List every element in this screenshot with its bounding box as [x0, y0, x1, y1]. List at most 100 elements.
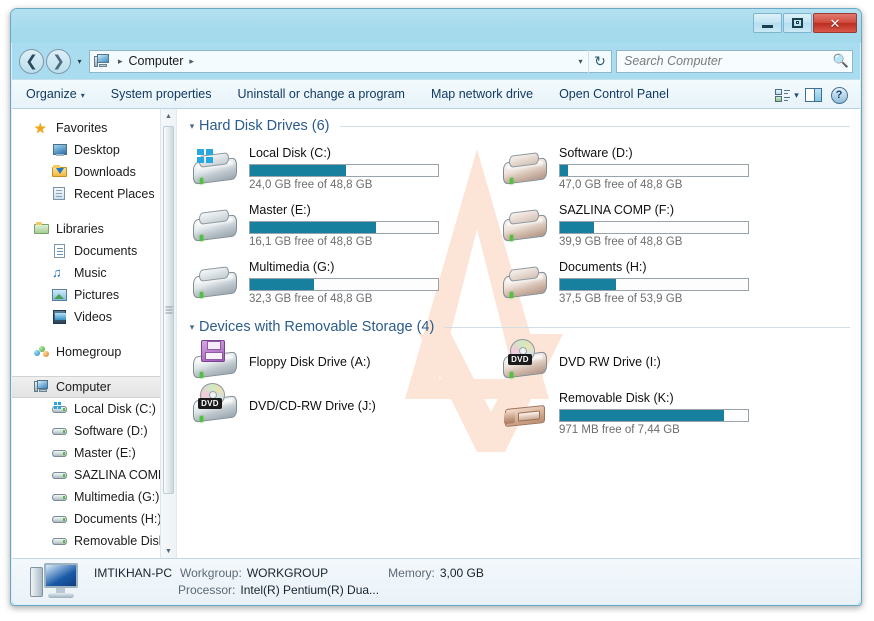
address-breadcrumb-bar[interactable]: ▸ Computer ▸ ▾ ↻: [89, 49, 612, 73]
scroll-down-arrow-icon[interactable]: ▼: [161, 544, 176, 559]
sidebar-item-computer[interactable]: Computer: [12, 376, 176, 398]
sidebar-item-local-disk-c[interactable]: Local Disk (C:): [12, 398, 176, 420]
details-status-bar: IMTIKHAN-PC Workgroup: WORKGROUP Memory:…: [12, 558, 860, 604]
sidebar-item-removable-disk[interactable]: Removable Disk: [12, 530, 176, 552]
sidebar-label: Downloads: [74, 165, 136, 179]
processor-label: Processor:: [178, 582, 236, 597]
drive-tile-dvd-rw-i[interactable]: DVD DVD RW Drive (I:): [493, 339, 803, 384]
back-button[interactable]: ❮: [19, 48, 44, 74]
sidebar-label: Videos: [74, 310, 112, 324]
sidebar-label: Recent Places: [74, 187, 155, 201]
help-button[interactable]: ?: [826, 83, 852, 107]
search-box[interactable]: Search Computer 🔍: [616, 49, 853, 73]
uninstall-change-program-button[interactable]: Uninstall or change a program: [237, 87, 404, 101]
navigation-scrollbar[interactable]: ▲ ▼: [160, 109, 176, 559]
drive-tile-removable-disk-k[interactable]: Removable Disk (K:) 971 MB free of 7,44 …: [493, 384, 803, 441]
drive-tile-local-disk-c[interactable]: Local Disk (C:) 24,0 GB free of 48,8 GB: [183, 139, 493, 196]
scrollbar-thumb[interactable]: [163, 126, 174, 494]
section-header-hard-disk-drives[interactable]: ▾ Hard Disk Drives (6): [177, 113, 860, 139]
sidebar-item-recent-places[interactable]: Recent Places: [12, 183, 176, 205]
sidebar-item-favorites[interactable]: ★ Favorites: [12, 117, 176, 139]
file-list-pane[interactable]: ▾ Hard Disk Drives (6) Local Disk (C:) 2…: [177, 109, 860, 559]
drive-tile-master-e[interactable]: Master (E:) 16,1 GB free of 48,8 GB: [183, 196, 493, 253]
forward-button[interactable]: ❯: [46, 48, 71, 74]
sidebar-label: Software (D:): [74, 424, 148, 438]
drive-tile-multimedia-g[interactable]: Multimedia (G:) 32,3 GB free of 48,8 GB: [183, 253, 493, 310]
status-row-bottom: Processor: Intel(R) Pentium(R) Dua...: [94, 582, 484, 599]
hard-drive-icon: [501, 262, 549, 302]
drive-name: DVD/CD-RW Drive (J:): [249, 399, 376, 413]
chevron-down-icon: ▾: [794, 89, 799, 100]
change-view-button[interactable]: ▾: [774, 83, 800, 107]
dvd-drive-icon: DVD: [501, 339, 549, 382]
computer-icon: [34, 379, 50, 395]
sidebar-item-sazlina-comp-f[interactable]: SAZLINA COMP: [12, 464, 176, 486]
drive-info: DVD/CD-RW Drive (J:): [249, 398, 376, 414]
hard-disk-icon: [52, 401, 68, 417]
sidebar-item-music[interactable]: ♫ Music: [12, 262, 176, 284]
drive-info: Software (D:) 47,0 GB free of 48,8 GB: [559, 145, 749, 191]
scroll-up-arrow-icon[interactable]: ▲: [161, 109, 176, 124]
libraries-icon: [34, 221, 50, 237]
floppy-drive-icon: [191, 340, 239, 382]
collapse-caret-icon[interactable]: ▾: [185, 121, 199, 132]
drive-tile-software-d[interactable]: Software (D:) 47,0 GB free of 48,8 GB: [493, 139, 803, 196]
drive-tile-documents-h[interactable]: Documents (H:) 37,5 GB free of 53,9 GB: [493, 253, 803, 310]
map-network-drive-button[interactable]: Map network drive: [431, 87, 533, 101]
command-bar: Organize ▾ System properties Uninstall or…: [12, 79, 860, 109]
history-dropdown-button[interactable]: ▾: [73, 57, 86, 66]
capacity-bar: [559, 163, 749, 177]
refresh-button[interactable]: ↻: [588, 49, 611, 73]
breadcrumb-computer[interactable]: Computer: [128, 54, 185, 68]
picture-icon: [52, 287, 68, 303]
maximize-button[interactable]: [783, 13, 812, 33]
close-button[interactable]: ✕: [813, 13, 857, 33]
capacity-bar: [559, 220, 749, 234]
system-properties-button[interactable]: System properties: [111, 87, 212, 101]
drive-free-space: 971 MB free of 7,44 GB: [559, 423, 680, 436]
organize-button[interactable]: Organize ▾: [26, 87, 85, 101]
sidebar-item-documents-h[interactable]: Documents (H:): [12, 508, 176, 530]
sidebar-label: Documents: [74, 244, 138, 258]
drive-name: SAZLINA COMP (F:): [559, 202, 675, 217]
drive-info: Multimedia (G:) 32,3 GB free of 48,8 GB: [249, 259, 439, 305]
dvd-label-icon: DVD: [198, 398, 222, 409]
capacity-bar: [249, 163, 439, 177]
downloads-folder-icon: [52, 164, 68, 180]
sidebar-item-downloads[interactable]: Downloads: [12, 161, 176, 183]
address-dropdown-caret[interactable]: ▾: [573, 57, 588, 66]
sidebar-item-master-e[interactable]: Master (E:): [12, 442, 176, 464]
sidebar-label: Master (E:): [74, 446, 136, 460]
breadcrumb-separator-trailing[interactable]: ▸: [184, 56, 199, 67]
sidebar-item-homegroup[interactable]: Homegroup: [12, 341, 176, 363]
desktop-icon: [52, 142, 68, 158]
desktop-background: ✕ ❮ ❯ ▾ ▸ Computer ▸ ▾ ↻ Search Computer: [0, 0, 874, 621]
drive-tile-dvd-cd-rw-j[interactable]: DVD DVD/CD-RW Drive (J:): [183, 383, 493, 428]
search-input[interactable]: Search Computer: [617, 54, 830, 68]
drive-tile-floppy-a[interactable]: Floppy Disk Drive (A:): [183, 340, 493, 384]
section-header-removable-storage[interactable]: ▾ Devices with Removable Storage (4): [177, 314, 860, 340]
minimize-button[interactable]: [753, 13, 782, 33]
sidebar-label: Removable Disk: [74, 534, 166, 548]
sidebar-label: Local Disk (C:): [74, 402, 156, 416]
sidebar-item-pictures[interactable]: Pictures: [12, 284, 176, 306]
open-control-panel-button[interactable]: Open Control Panel: [559, 87, 669, 101]
scrollbar-grip-icon: [165, 305, 172, 316]
sidebar-item-videos[interactable]: Videos: [12, 306, 176, 328]
drive-tile-sazlina-comp-f[interactable]: SAZLINA COMP (F:) 39,9 GB free of 48,8 G…: [493, 196, 803, 253]
sidebar-item-libraries[interactable]: Libraries: [12, 218, 176, 240]
memory-value: 3,00 GB: [439, 565, 484, 580]
title-bar[interactable]: ✕: [11, 9, 861, 43]
hard-drive-icon: [501, 148, 549, 188]
show-preview-pane-button[interactable]: [800, 83, 826, 107]
window-body: ★ Favorites Desktop Downloads Recent Pla…: [12, 109, 860, 559]
search-icon: 🔍: [832, 53, 850, 68]
memory-label: Memory:: [388, 565, 435, 580]
sidebar-item-software-d[interactable]: Software (D:): [12, 420, 176, 442]
sidebar-item-multimedia-g[interactable]: Multimedia (G:): [12, 486, 176, 508]
collapse-caret-icon[interactable]: ▾: [185, 322, 199, 333]
sidebar-item-desktop[interactable]: Desktop: [12, 139, 176, 161]
sidebar-item-documents[interactable]: Documents: [12, 240, 176, 262]
drive-name: Removable Disk (K:): [559, 390, 674, 405]
